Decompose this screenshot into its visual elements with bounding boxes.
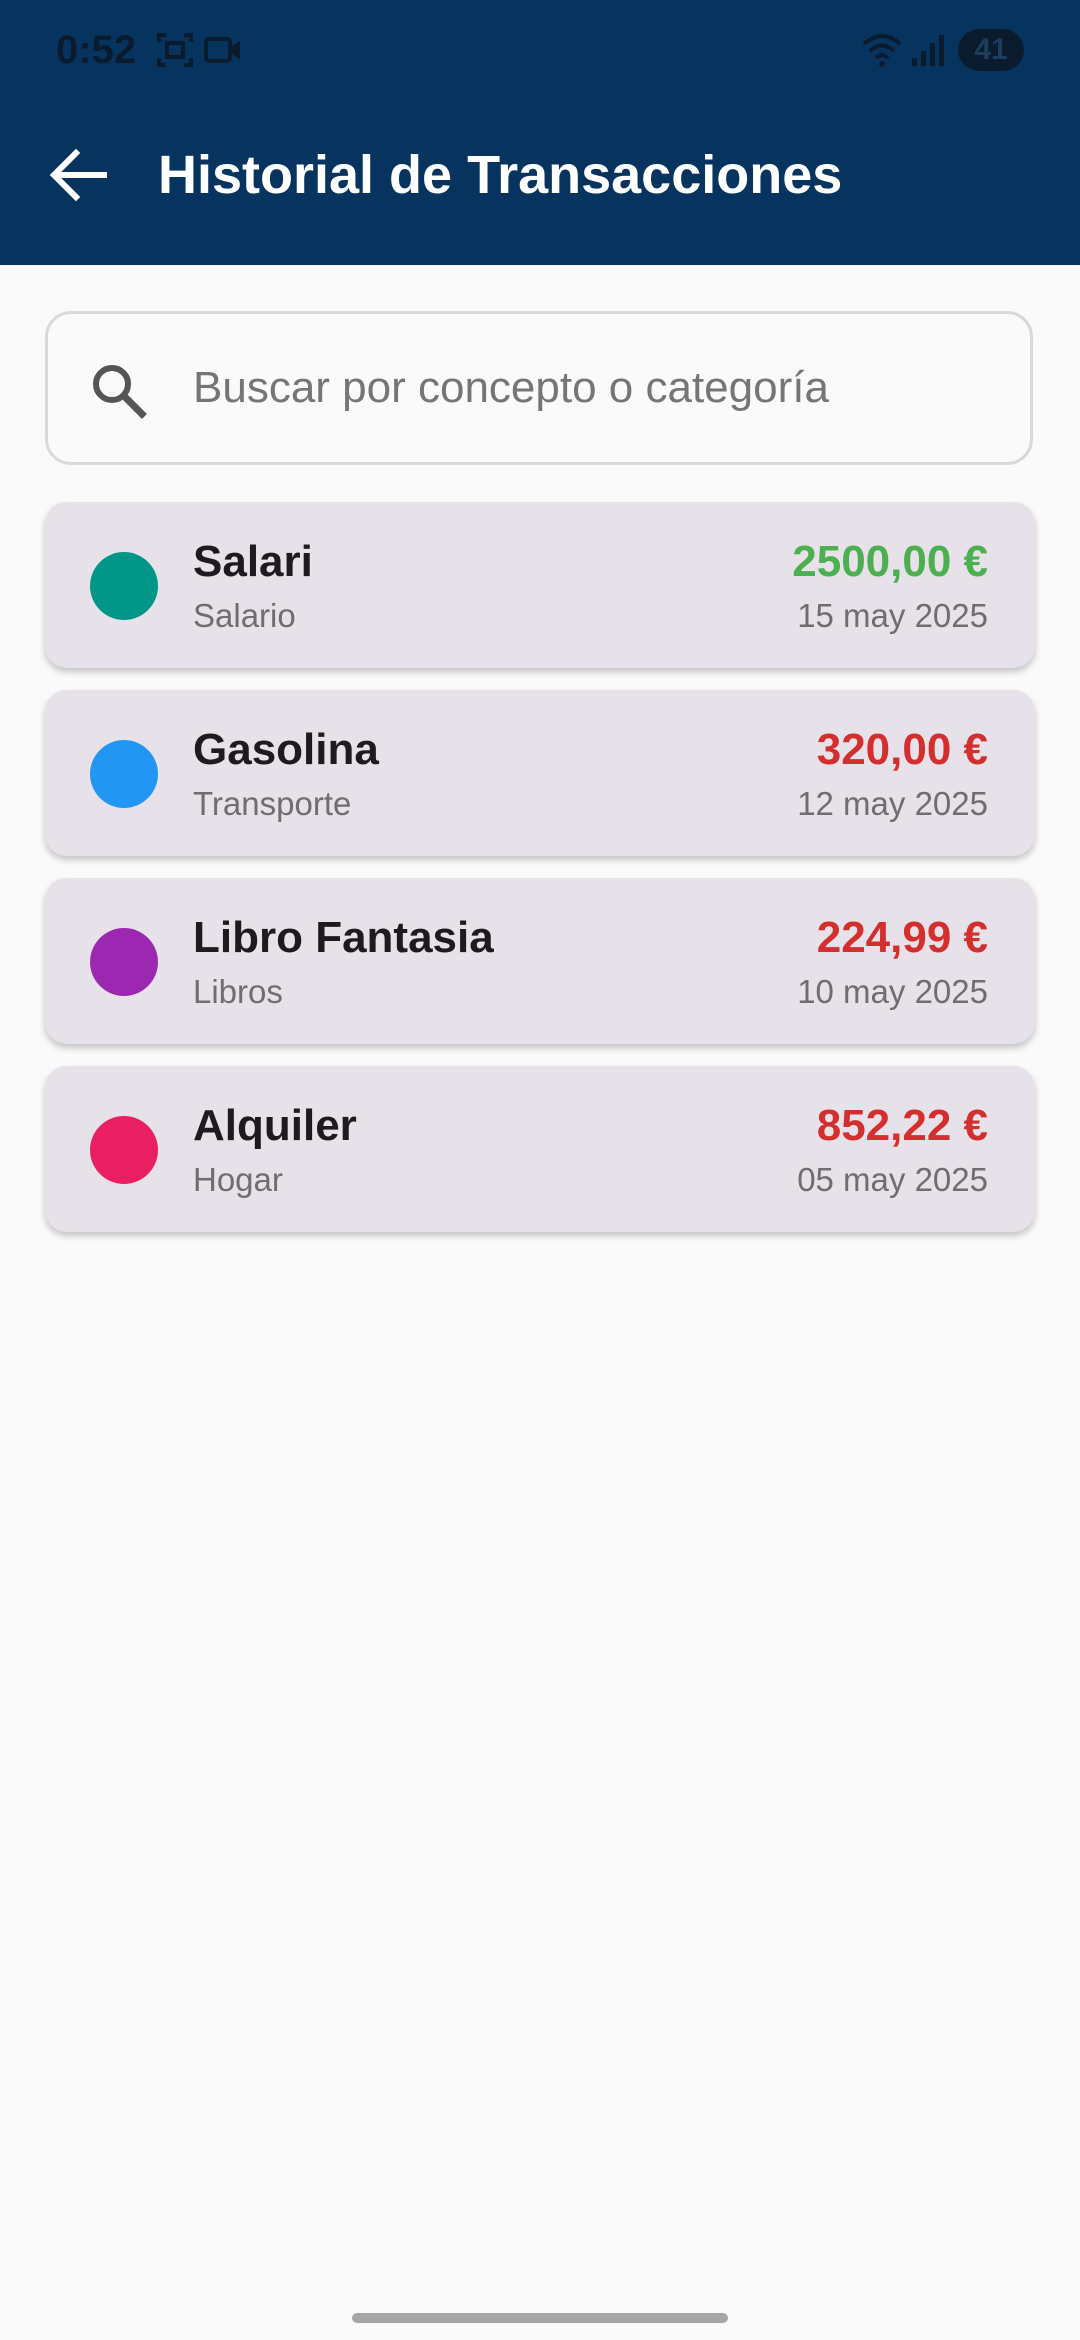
category-color-dot	[90, 740, 158, 808]
transaction-card[interactable]: Salari Salario 2500,00 € 15 may 2025	[45, 502, 1035, 668]
transactions-list: Salari Salario 2500,00 € 15 may 2025 Gas…	[45, 502, 1035, 1254]
transaction-card[interactable]: Libro Fantasia Libros 224,99 € 10 may 20…	[45, 878, 1035, 1044]
back-button[interactable]	[36, 137, 120, 213]
transaction-category: Salario	[193, 597, 296, 634]
transaction-date: 12 may 2025	[797, 785, 988, 822]
page-title: Historial de Transacciones	[158, 145, 843, 205]
transaction-amount: 2500,00 €	[792, 537, 988, 586]
toolbar: Historial de Transacciones	[0, 110, 1080, 240]
app-bar: 0:52 41 Historial de Transacciones	[0, 0, 1080, 265]
status-time: 0:52	[56, 28, 137, 72]
transaction-amount: 320,00 €	[816, 725, 988, 774]
search-field[interactable]	[45, 311, 1033, 465]
transaction-category: Libros	[193, 973, 283, 1010]
transaction-date: 15 may 2025	[797, 597, 988, 634]
wifi-icon	[862, 34, 902, 67]
transaction-card[interactable]: Alquiler Hogar 852,22 € 05 may 2025	[45, 1066, 1035, 1232]
transaction-concept: Alquiler	[193, 1101, 357, 1150]
status-bar: 0:52 41	[0, 0, 1080, 100]
signal-icon	[912, 35, 944, 66]
transaction-card[interactable]: Gasolina Transporte 320,00 € 12 may 2025	[45, 690, 1035, 856]
transaction-concept: Gasolina	[193, 725, 379, 774]
search-input[interactable]	[193, 342, 993, 434]
screen: 0:52 41 Historial de Transacciones Busca…	[0, 0, 1080, 2340]
video-record-icon	[204, 37, 240, 63]
category-color-dot	[90, 928, 158, 996]
search-icon	[93, 365, 147, 419]
category-color-dot	[90, 552, 158, 620]
transaction-category: Hogar	[193, 1161, 283, 1198]
transaction-date: 10 may 2025	[797, 973, 988, 1010]
category-color-dot	[90, 1116, 158, 1184]
transaction-amount: 224,99 €	[816, 913, 988, 962]
transaction-concept: Salari	[193, 537, 313, 586]
transaction-concept: Libro Fantasia	[193, 913, 494, 962]
screenshot-icon	[157, 33, 193, 67]
transaction-amount: 852,22 €	[816, 1101, 988, 1150]
transaction-date: 05 may 2025	[797, 1161, 988, 1198]
battery-icon: 41	[958, 29, 1024, 71]
arrow-left-icon	[49, 148, 107, 202]
gesture-handle[interactable]	[352, 2313, 728, 2323]
transaction-category: Transporte	[193, 785, 352, 822]
